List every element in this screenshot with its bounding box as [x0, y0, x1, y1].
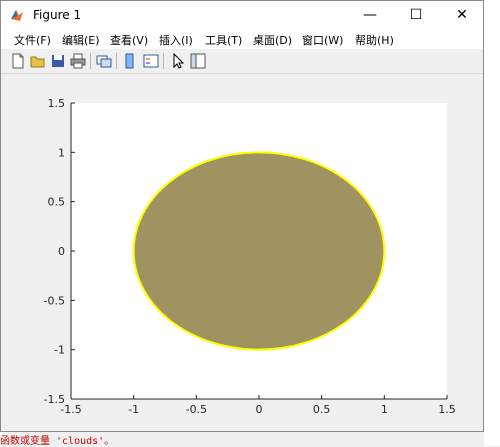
y-tick-label: 1	[58, 146, 65, 159]
filled-circle	[132, 151, 386, 351]
menu-edit[interactable]: 编辑(E)	[62, 32, 100, 48]
link-icon[interactable]	[95, 52, 113, 70]
x-tick-label: 1.5	[438, 403, 456, 416]
menu-insert[interactable]: 插入(I)	[159, 32, 193, 48]
maximize-button[interactable]: ☐	[393, 1, 439, 29]
menu-file[interactable]: 文件(F)	[14, 32, 51, 48]
figure-window: Figure 1 — ☐ ✕ 文件(F) 编辑(E) 查看(V) 插入(I) 工…	[0, 0, 484, 432]
background-console-line: 函数或变量 'clouds'。	[0, 436, 115, 447]
background-window-right	[484, 0, 500, 446]
window-title: Figure 1	[33, 8, 82, 22]
y-tick-label: -1.5	[44, 393, 65, 406]
toolbar-separator	[116, 53, 117, 69]
print-icon[interactable]	[69, 52, 87, 70]
menu-window[interactable]: 窗口(W)	[302, 32, 343, 48]
menu-tools[interactable]: 工具(T)	[205, 32, 242, 48]
menu-view[interactable]: 查看(V)	[110, 32, 148, 48]
toolbar-separator	[163, 53, 164, 69]
property-editor-icon[interactable]	[189, 52, 207, 70]
figure-area: -1.5 -1 -0.5 0 0.5 1 1.5 -1.5 -1 -0.5 0 0.5 1 1.5	[1, 74, 483, 431]
x-tick-label: -1	[128, 403, 139, 416]
y-tick-label: 1.5	[48, 97, 66, 110]
x-tick-label: 1	[381, 403, 388, 416]
y-tick-label: -0.5	[44, 294, 65, 307]
x-tick-label: 0.5	[313, 403, 331, 416]
x-tick-label: -0.5	[186, 403, 207, 416]
minimize-button[interactable]: —	[347, 1, 393, 29]
y-tick-label: 0.5	[48, 196, 66, 209]
save-icon[interactable]	[49, 52, 67, 70]
open-file-icon[interactable]	[29, 52, 47, 70]
menu-bar: 文件(F) 编辑(E) 查看(V) 插入(I) 工具(T) 桌面(D) 窗口(W…	[1, 29, 483, 49]
x-tick-label: 0	[256, 403, 263, 416]
colorbar-icon[interactable]	[121, 52, 139, 70]
title-bar: Figure 1 — ☐ ✕	[1, 1, 483, 29]
new-figure-icon[interactable]	[9, 52, 27, 70]
close-button[interactable]: ✕	[439, 1, 485, 29]
toolbar	[1, 49, 483, 74]
menu-desktop[interactable]: 桌面(D)	[253, 32, 292, 48]
pointer-icon[interactable]	[169, 52, 187, 70]
y-tick-label: 0	[58, 245, 65, 258]
plot-svg[interactable]: -1.5 -1 -0.5 0 0.5 1 1.5-1.5-1-0.500.511.5	[1, 74, 483, 431]
toolbar-separator	[90, 53, 91, 69]
menu-help[interactable]: 帮助(H)	[355, 32, 394, 48]
y-tick-label: -1	[54, 344, 65, 357]
matlab-icon	[11, 10, 23, 21]
legend-icon[interactable]	[142, 52, 160, 70]
